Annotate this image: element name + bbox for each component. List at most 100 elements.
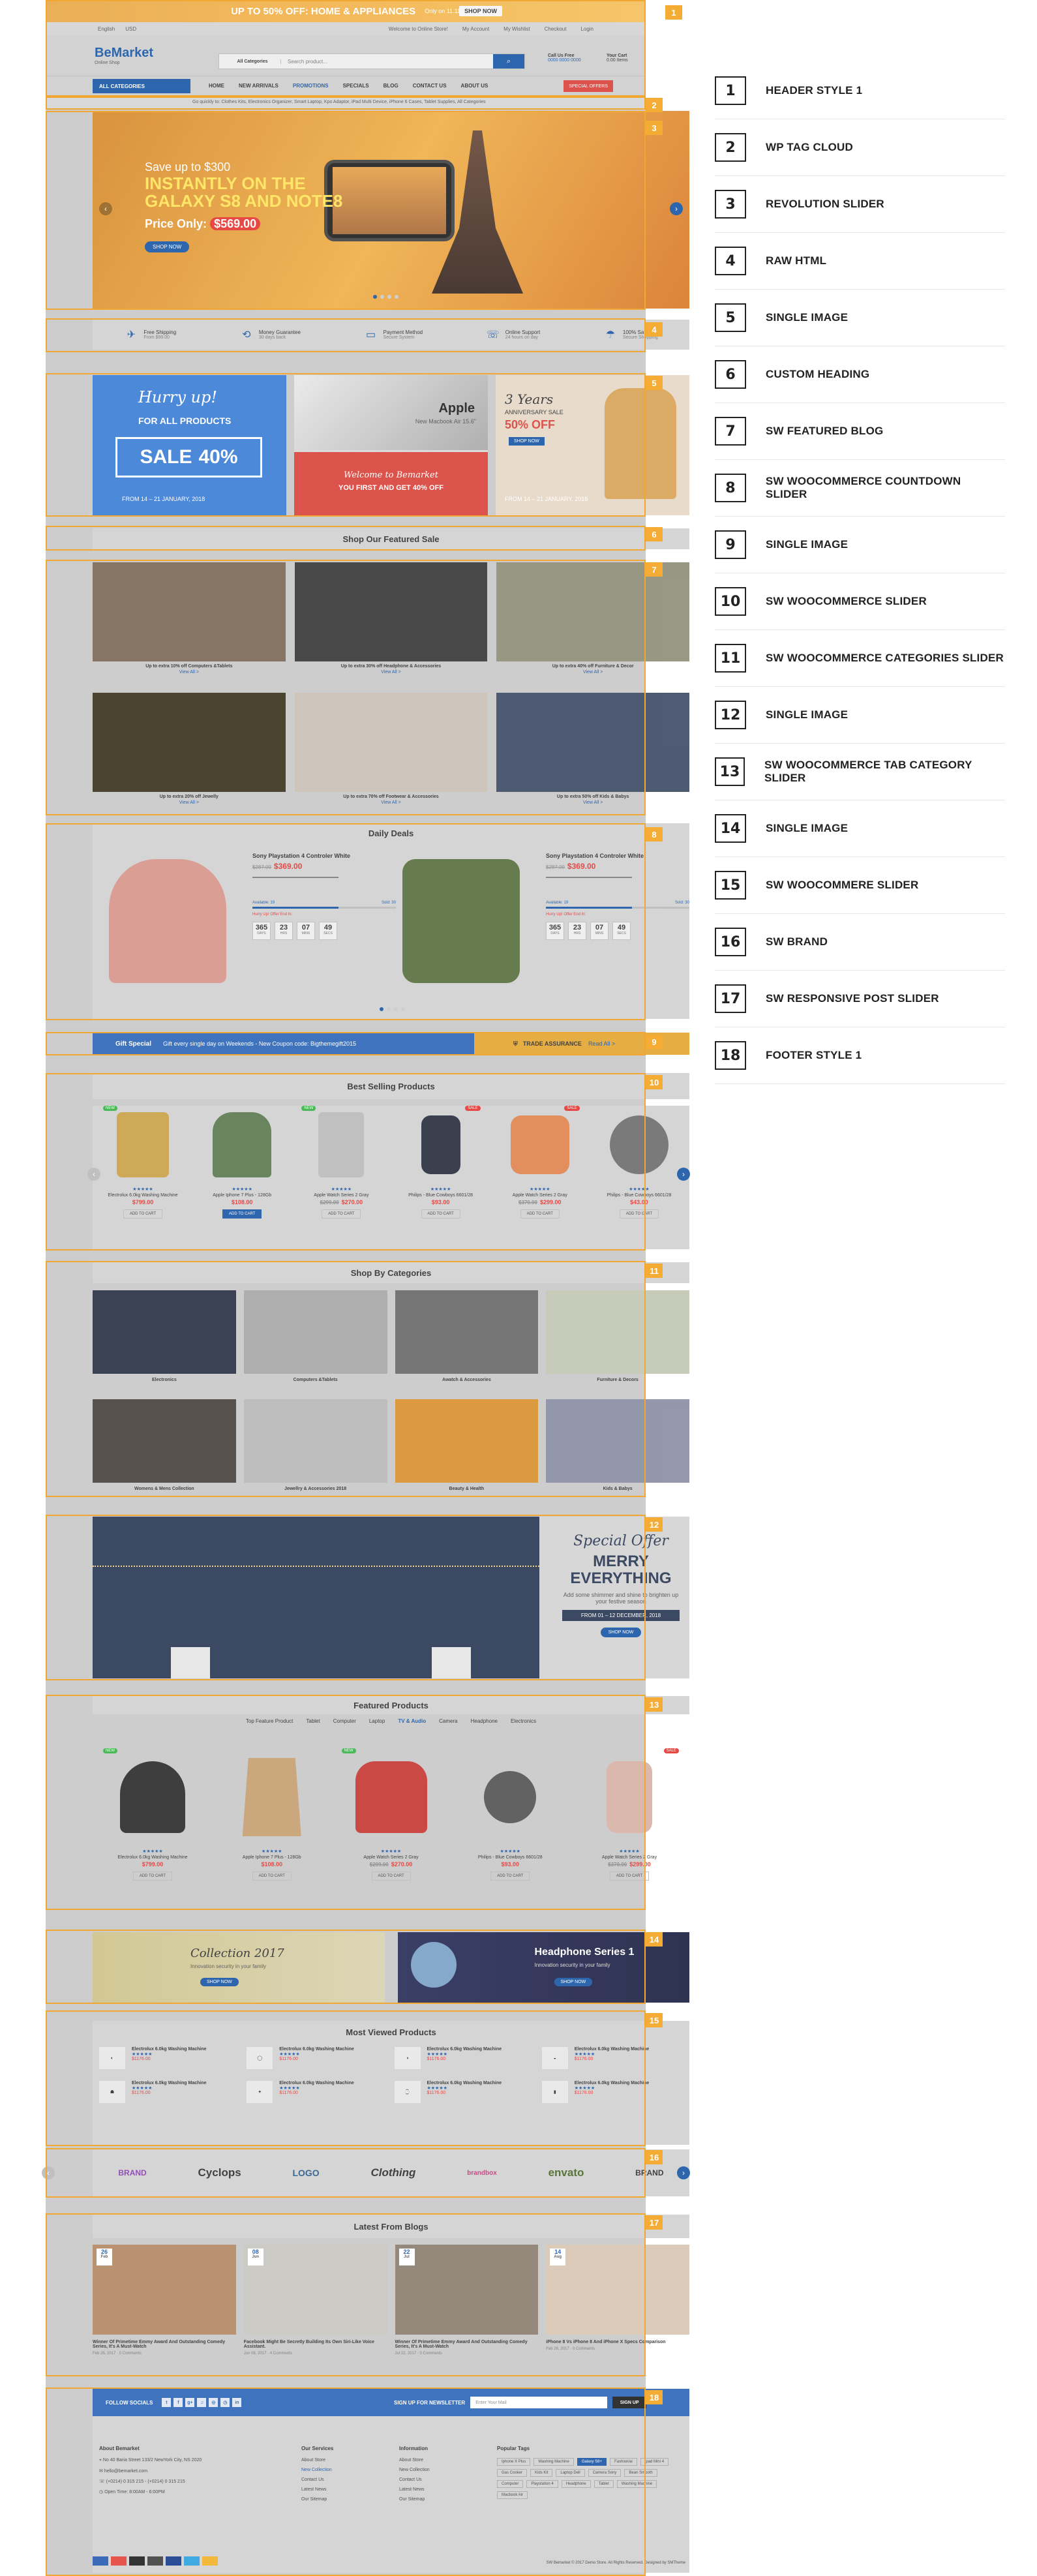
legend-item: 8 SW WOOCOMMERCE COUNTDOWN SLIDER: [715, 460, 1005, 517]
legend-number: 12: [715, 701, 746, 729]
legend-label: REVOLUTION SLIDER: [766, 198, 884, 210]
legend-item: 6 CUSTOM HEADING: [715, 346, 1005, 403]
legend-number: 17: [715, 984, 746, 1013]
section-badge: 10: [646, 1075, 663, 1089]
legend-label: SINGLE IMAGE: [766, 708, 849, 721]
legend-item: 5 SINGLE IMAGE: [715, 290, 1005, 346]
legend-label: SINGLE IMAGE: [766, 311, 849, 324]
legend-number: 5: [715, 303, 746, 332]
legend-item: 12 SINGLE IMAGE: [715, 687, 1005, 744]
legend-item: 18 FOOTER STYLE 1: [715, 1027, 1005, 1084]
section-legend: 1 HEADER STYLE 1 2 WP TAG CLOUD 3 REVOLUTION …: [715, 63, 1005, 1084]
legend-label: FOOTER STYLE 1: [766, 1049, 862, 1061]
section-outline-8: [46, 823, 646, 1020]
legend-label: SINGLE IMAGE: [766, 538, 849, 551]
legend-label: SW RESPONSIVE POST SLIDER: [766, 992, 939, 1005]
section-badge: 16: [646, 2150, 663, 2164]
legend-label: HEADER STYLE 1: [766, 84, 863, 97]
section-badge: 7: [646, 562, 663, 577]
section-badge: 1: [665, 5, 682, 20]
section-badge: 3: [646, 121, 663, 135]
legend-label: SINGLE IMAGE: [766, 822, 849, 834]
legend-number: 9: [715, 530, 746, 559]
screenshot-preview: UP TO 50% OFF: HOME & APPLIANCES Only on…: [42, 0, 690, 2576]
section-badge: 2: [646, 98, 663, 112]
section-outline-16: [46, 2148, 646, 2198]
section-badge: 13: [646, 1697, 663, 1712]
legend-number: 4: [715, 247, 746, 275]
legend-number: 6: [715, 360, 746, 389]
best-next-button[interactable]: ›: [677, 1168, 690, 1181]
section-outline-3: [46, 111, 646, 310]
legend-label: WP TAG CLOUD: [766, 141, 853, 153]
legend-label: SW FEATURED BLOG: [766, 425, 884, 437]
section-outline-5: [46, 373, 646, 517]
section-badge: 8: [646, 827, 663, 841]
brand-next-button[interactable]: ›: [677, 2166, 690, 2179]
section-outline-13: [46, 1695, 646, 1910]
legend-label: SW WOOCOMMERCE SLIDER: [766, 595, 927, 607]
legend-item: 16 SW BRAND: [715, 914, 1005, 971]
legend-label: CUSTOM HEADING: [766, 368, 870, 380]
section-outline-18: [46, 2387, 646, 2576]
page: UP TO 50% OFF: HOME & APPLIANCES Only on…: [0, 0, 1037, 2576]
section-badge: 9: [646, 1035, 663, 1049]
section-badge: 14: [646, 1932, 663, 1947]
legend-item: 11 SW WOOCOMMERCE CATEGORIES SLIDER: [715, 630, 1005, 687]
legend-item: 10 SW WOOCOMMERCE SLIDER: [715, 573, 1005, 630]
section-badge: 15: [646, 2013, 663, 2027]
section-outline-1: [46, 0, 646, 97]
legend-label: SW WOOCOMMERE SLIDER: [766, 879, 919, 891]
section-outline-10: [46, 1073, 646, 1250]
legend-number: 2: [715, 133, 746, 162]
legend-item: 7 SW FEATURED BLOG: [715, 403, 1005, 460]
legend-item: 13 SW WOOCOMMERCE TAB CATEGORY SLIDER: [715, 744, 1005, 800]
section-badge: 18: [646, 2390, 663, 2404]
legend-number: 3: [715, 190, 746, 219]
legend-number: 14: [715, 814, 746, 843]
section-badge: 17: [646, 2215, 663, 2230]
legend-item: 14 SINGLE IMAGE: [715, 800, 1005, 857]
chevron-right-icon: ›: [682, 1170, 685, 1179]
section-badge: 12: [646, 1517, 663, 1532]
section-outline-9: [46, 1032, 646, 1055]
chevron-right-icon: ›: [682, 2168, 685, 2177]
legend-number: 8: [715, 474, 746, 502]
legend-number: 15: [715, 871, 746, 900]
legend-label: SW WOOCOMMERCE TAB CATEGORY SLIDER: [764, 759, 972, 784]
legend-label: SW WOOCOMMERCE CATEGORIES SLIDER: [766, 652, 1004, 664]
section-outline-15: [46, 2010, 646, 2146]
section-badge: 5: [646, 376, 663, 390]
legend-number: 11: [715, 644, 746, 673]
section-badge: 6: [646, 527, 663, 541]
legend-label: SW BRAND: [766, 935, 828, 948]
legend-number: 18: [715, 1041, 746, 1070]
legend-number: 7: [715, 417, 746, 446]
section-badge: 11: [646, 1264, 663, 1278]
section-outline-14: [46, 1930, 646, 2004]
legend-item: 15 SW WOOCOMMERE SLIDER: [715, 857, 1005, 914]
legend-label: SW WOOCOMMERCE COUNTDOWN SLIDER: [765, 475, 961, 500]
section-outline-4: [46, 318, 646, 352]
section-outline-17: [46, 2213, 646, 2376]
legend-number: 10: [715, 587, 746, 616]
slider-next-button[interactable]: ›: [670, 202, 683, 215]
section-outline-11: [46, 1261, 646, 1497]
legend-number: 1: [715, 76, 746, 105]
legend-item: 9 SINGLE IMAGE: [715, 517, 1005, 573]
legend-item: 1 HEADER STYLE 1: [715, 63, 1005, 119]
legend-item: 2 WP TAG CLOUD: [715, 119, 1005, 176]
section-outline-12: [46, 1515, 646, 1680]
deal-sold: Sold: 30: [674, 901, 689, 905]
badge-sale: SALE: [663, 1748, 679, 1753]
section-outline-6: [46, 526, 646, 551]
section-outline-2: [46, 97, 646, 110]
legend-item: 3 REVOLUTION SLIDER: [715, 176, 1005, 233]
legend-label: RAW HTML: [766, 254, 827, 267]
legend-item: 17 SW RESPONSIVE POST SLIDER: [715, 971, 1005, 1027]
section-badge: 4: [646, 322, 663, 337]
legend-item: 4 RAW HTML: [715, 233, 1005, 290]
section-outline-7: [46, 560, 646, 815]
legend-number: 13: [715, 757, 745, 786]
chevron-right-icon: ›: [675, 204, 678, 213]
